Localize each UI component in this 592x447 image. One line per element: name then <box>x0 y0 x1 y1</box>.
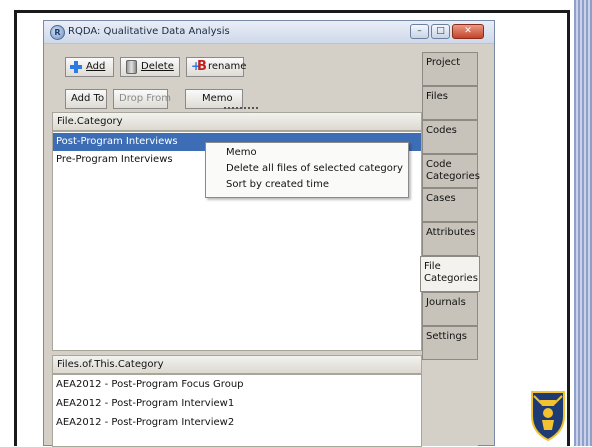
delete-icon <box>126 60 137 74</box>
app-icon: R <box>50 25 65 40</box>
files-of-category-header[interactable]: Files.of.This.Category <box>52 355 422 374</box>
minimize-button[interactable]: – <box>410 24 429 39</box>
tab-file-categories[interactable]: File Categories <box>420 256 480 292</box>
tab-settings[interactable]: Settings <box>422 326 478 360</box>
tab-cases[interactable]: Cases <box>422 188 478 222</box>
university-logo <box>531 391 565 442</box>
desktop-edge-strip <box>574 0 592 446</box>
add-button[interactable]: Add <box>65 57 114 77</box>
background-frame-top <box>14 10 570 13</box>
drop-from-button[interactable]: Drop From <box>113 89 171 109</box>
list-item[interactable]: AEA2012 - Post-Program Interview2 <box>53 414 421 432</box>
tab-strip-filler <box>422 360 478 446</box>
title-bar[interactable]: R RQDA: Qualitative Data Analysis – □ ✕ <box>44 21 494 44</box>
files-of-category-list[interactable]: AEA2012 - Post-Program Focus Group AEA20… <box>52 374 422 447</box>
menu-item-delete-all-files[interactable]: Delete all files of selected category <box>206 161 408 177</box>
context-menu: Memo Delete all files of selected catego… <box>205 142 409 198</box>
file-categories-pane: Add Delete + B rename Add To Drop From Me… <box>52 51 422 447</box>
rename-icon: + B <box>191 59 207 74</box>
maximize-button[interactable]: □ <box>431 24 450 39</box>
list-item[interactable]: AEA2012 - Post-Program Interview1 <box>53 395 421 413</box>
close-button[interactable]: ✕ <box>452 24 484 39</box>
delete-button[interactable]: Delete <box>120 57 180 77</box>
file-category-header[interactable]: File.Category <box>52 112 422 131</box>
tab-project[interactable]: Project <box>422 52 478 86</box>
background-frame-left <box>14 10 17 446</box>
tab-code-categories[interactable]: Code Categories <box>422 154 480 188</box>
background-frame-right <box>567 10 570 446</box>
memo-button[interactable]: Memo <box>185 89 243 109</box>
add-icon <box>70 61 82 73</box>
tab-strip: Project Files Codes Code Categories Case… <box>420 52 480 446</box>
tab-journals[interactable]: Journals <box>422 292 478 326</box>
tab-attributes[interactable]: Attributes <box>422 222 478 256</box>
menu-item-sort-by-created-time[interactable]: Sort by created time <box>206 177 408 193</box>
rename-button[interactable]: + B rename <box>186 57 246 77</box>
tab-files[interactable]: Files <box>422 86 478 120</box>
list-item[interactable]: AEA2012 - Post-Program Focus Group <box>53 376 421 394</box>
window-title: RQDA: Qualitative Data Analysis <box>68 26 230 37</box>
tab-codes[interactable]: Codes <box>422 120 478 154</box>
menu-item-memo[interactable]: Memo <box>206 145 408 161</box>
add-to-button[interactable]: Add To <box>65 89 107 109</box>
memo-drag-handle <box>224 107 260 109</box>
